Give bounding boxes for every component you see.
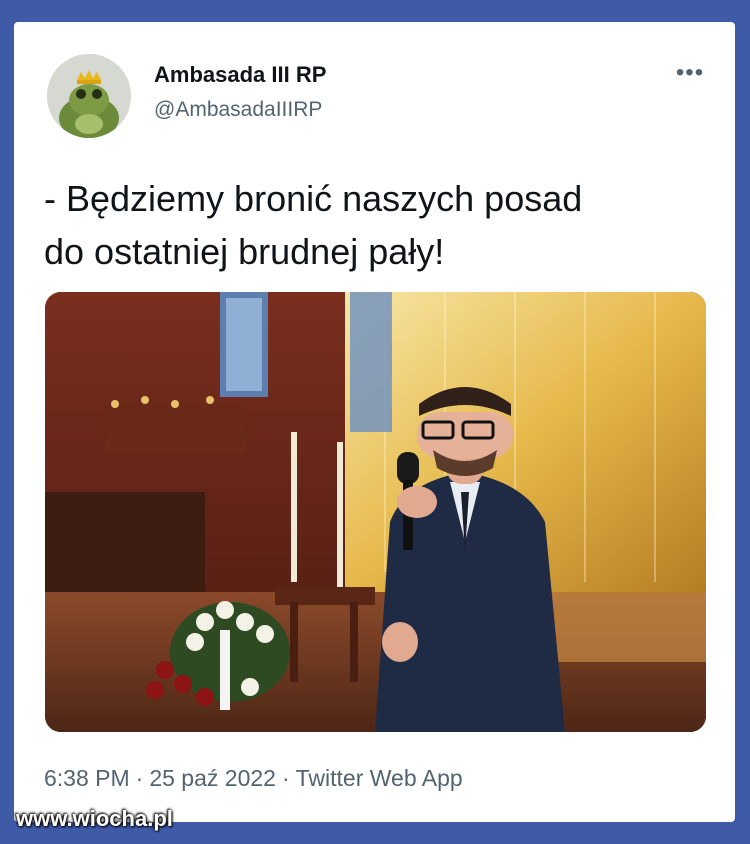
author-handle[interactable]: @AmbasadaIIIRP [154,98,322,122]
tweet-text-line: do ostatniej brudnej pały! [44,231,445,272]
tweet-card: Ambasada III RP @AmbasadaIIIRP ••• - Będ… [14,22,735,822]
meta-separator: · [281,765,290,791]
author-display-name[interactable]: Ambasada III RP [154,62,326,88]
frog-with-crown-icon [47,54,131,138]
church-speaker-photo [45,292,706,732]
tweet-text-line: - Będziemy bronić naszych posad [44,178,583,219]
avatar[interactable] [47,54,131,138]
tweet-photo[interactable] [45,292,706,732]
tweet-metadata: 6:38 PM · 25 paź 2022 · Twitter Web App [44,765,463,792]
more-options-button[interactable]: ••• [670,60,710,86]
tweet-date[interactable]: 25 paź 2022 [149,765,276,792]
meta-separator: · [135,765,144,791]
tweet-text: - Będziemy bronić naszych posad do ostat… [44,172,704,278]
tweet-time[interactable]: 6:38 PM [44,765,130,792]
site-watermark: www.wiocha.pl [16,806,173,831]
tweet-source-link[interactable]: Twitter Web App [296,765,463,792]
